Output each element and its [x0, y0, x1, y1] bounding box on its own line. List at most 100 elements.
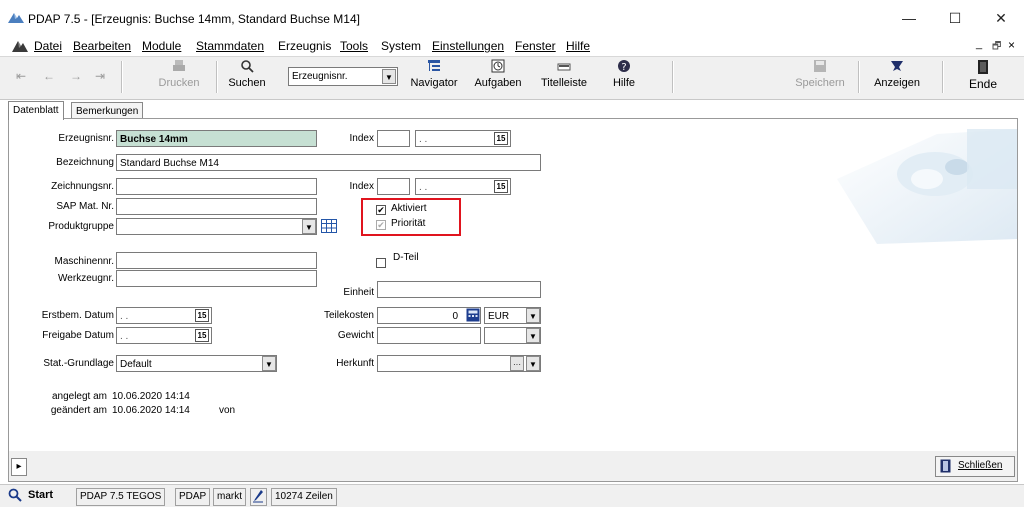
bezeichnung-field[interactable]: Standard Buchse M14 [116, 154, 541, 171]
show-button[interactable]: Anzeigen [866, 59, 928, 95]
menu-hilfe[interactable]: Hilfe [566, 39, 590, 53]
expand-button[interactable]: ▸ [11, 458, 27, 476]
gewicht-field[interactable] [377, 327, 481, 344]
prioritaet-label: Priorität [391, 218, 426, 229]
menu-fenster[interactable]: Fenster [515, 39, 556, 53]
start-label: Start [28, 489, 54, 501]
erstbem-date-value: . . [120, 311, 129, 322]
clock-icon [470, 59, 526, 77]
toolbar-separator [216, 61, 218, 93]
door-icon [940, 459, 951, 476]
dteil-checkbox[interactable] [376, 258, 386, 268]
toolbar-separator [858, 61, 860, 93]
title-bar: PDAP 7.5 - [Erzeugnis: Buchse 14mm, Stan… [0, 0, 1024, 36]
herkunft-label: Herkunft [336, 358, 374, 369]
navigator-button[interactable]: Navigator [406, 59, 462, 95]
window-title: PDAP 7.5 - [Erzeugnis: Buchse 14mm, Stan… [28, 12, 360, 26]
titlebar-toggle-button[interactable]: Titelleiste [534, 59, 594, 95]
titlebar-label: Titelleiste [540, 77, 588, 89]
close-form-button[interactable]: Schließen [935, 456, 1015, 477]
help-button[interactable]: ? Hilfe [604, 59, 644, 95]
maximize-button[interactable]: ☐ [932, 6, 978, 30]
search-field-dropdown[interactable]: ▼ [382, 69, 396, 84]
geaendert-value: 10.06.2020 14:14 [112, 405, 190, 416]
status-bar: Start PDAP 7.5 TEGOS PDAP markt 10274 Ze… [0, 484, 1024, 507]
tab-datenblatt[interactable]: Datenblatt [8, 101, 64, 120]
index-label: Index [349, 133, 374, 144]
index-date-value-2: . . [419, 182, 428, 193]
mdi-app-icon [12, 39, 28, 55]
werkzeugnr-field[interactable] [116, 270, 317, 287]
close-button[interactable]: ✕ [978, 6, 1024, 30]
end-label: Ende [968, 77, 998, 91]
erzeugnisnr-value: Buchse 14mm [120, 134, 188, 145]
angelegt-value: 10.06.2020 14:14 [112, 391, 190, 402]
erstbem-label: Erstbem. Datum [41, 310, 114, 321]
menu-datei[interactable]: Datei [34, 39, 62, 53]
zeichnungsnr-label: Zeichnungsnr. [51, 181, 114, 192]
pencil-icon [252, 490, 264, 506]
search-field-value: Erzeugnisnr. [292, 71, 348, 82]
herkunft-dropdown[interactable]: ▼ [526, 356, 540, 371]
last-record-icon[interactable]: ⇥ [95, 69, 105, 83]
calendar-icon[interactable]: 15 [494, 132, 508, 145]
expand-icon: ▸ [16, 461, 22, 472]
index-field[interactable] [377, 130, 410, 147]
tasks-button[interactable]: Aufgaben [470, 59, 526, 95]
status-user: markt [213, 488, 246, 506]
aktiviert-checkbox[interactable]: ✔ [376, 205, 386, 215]
search-icon [8, 488, 22, 505]
calendar-icon[interactable]: 15 [195, 309, 209, 322]
stat-grundlage-label: Stat.-Grundlage [43, 358, 114, 369]
teilekosten-value: 0 [452, 311, 458, 322]
stat-grundlage-dropdown[interactable]: ▼ [262, 356, 276, 371]
door-icon [960, 59, 1006, 77]
freigabe-date-value: . . [120, 331, 129, 342]
table-icon[interactable] [321, 219, 337, 233]
next-record-icon[interactable]: → [70, 69, 82, 83]
bottom-strip: ▸ Schließen [8, 451, 1018, 482]
produktgruppe-combo[interactable] [116, 218, 317, 235]
produktgruppe-label: Produktgruppe [48, 221, 114, 232]
print-button[interactable]: Drucken [154, 59, 204, 95]
help-icon: ? [604, 59, 644, 77]
zeichnungsnr-field[interactable] [116, 178, 317, 195]
menu-bearbeiten[interactable]: Bearbeiten [73, 39, 131, 53]
produktgruppe-dropdown[interactable]: ▼ [302, 219, 316, 234]
end-button[interactable]: Ende [960, 59, 1006, 95]
index-field-2[interactable] [377, 178, 410, 195]
menu-system[interactable]: System [381, 39, 421, 53]
search-button[interactable]: Suchen [224, 59, 270, 95]
previous-record-icon[interactable]: ← [43, 69, 55, 83]
menu-erzeugnis[interactable]: Erzeugnis [278, 39, 331, 53]
save-button[interactable]: Speichern [790, 59, 850, 95]
mdi-restore-button[interactable]: 🗗 [992, 39, 1001, 56]
menu-stammdaten[interactable]: Stammdaten [196, 39, 264, 53]
teilekosten-label: Teilekosten [323, 310, 374, 321]
currency-dropdown[interactable]: ▼ [526, 308, 540, 323]
mdi-minimize-button[interactable]: _ [976, 38, 982, 50]
toolbar: ⇤ ← → ⇥ Drucken Suchen Erzeugnisnr. ▼ Na… [0, 56, 1024, 100]
calendar-icon[interactable]: 15 [195, 329, 209, 342]
calculator-icon[interactable] [466, 308, 480, 322]
freigabe-label: Freigabe Datum [42, 330, 114, 341]
gewicht-unit-dropdown[interactable]: ▼ [526, 328, 540, 343]
stat-grundlage-combo[interactable]: Default [116, 355, 277, 372]
show-icon [866, 59, 928, 77]
maschinennr-label: Maschinennr. [54, 256, 114, 267]
calendar-icon[interactable]: 15 [494, 180, 508, 193]
sap-field[interactable] [116, 198, 317, 215]
menu-module[interactable]: Module [142, 39, 181, 53]
mdi-close-button[interactable]: × [1008, 38, 1015, 52]
minimize-button[interactable]: — [886, 6, 932, 30]
navigator-icon [406, 59, 462, 77]
menu-tools[interactable]: Tools [340, 39, 368, 53]
erzeugnisnr-field[interactable]: Buchse 14mm [116, 130, 317, 147]
maschinennr-field[interactable] [116, 252, 317, 269]
svg-text:?: ? [621, 62, 626, 73]
menu-einstellungen[interactable]: Einstellungen [432, 39, 504, 53]
herkunft-browse-button[interactable]: ··· [510, 356, 524, 371]
einheit-field[interactable] [377, 281, 541, 298]
prioritaet-checkbox[interactable]: ✔ [376, 220, 386, 230]
first-record-icon[interactable]: ⇤ [16, 69, 26, 83]
